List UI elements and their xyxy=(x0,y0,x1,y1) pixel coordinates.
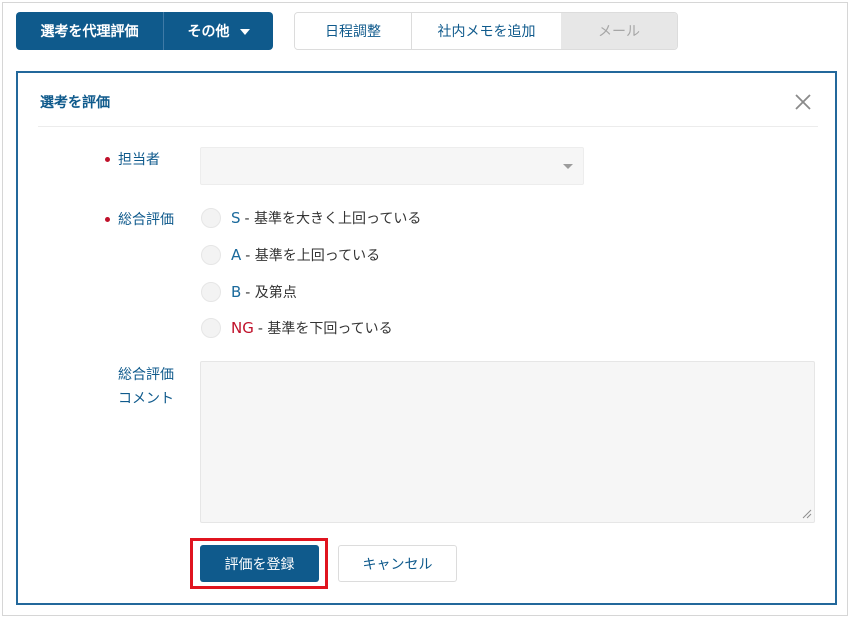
comment-label-line2: コメント xyxy=(118,391,174,407)
other-dropdown-button[interactable]: その他 xyxy=(163,12,273,50)
submit-evaluation-button[interactable]: 評価を登録 xyxy=(200,545,319,582)
rating-grade: NG xyxy=(231,319,254,337)
delegate-evaluation-label: 選考を代理評価 xyxy=(40,24,139,40)
assignee-select[interactable] xyxy=(200,147,584,185)
rating-option-s[interactable]: S - 基準を大きく上回っている xyxy=(201,207,421,229)
radio-button[interactable] xyxy=(201,245,221,265)
evaluation-panel: 選考を評価 担当者 総合評価 S - 基準を大きく上回っている A - 基準を上… xyxy=(16,71,837,605)
overall-rating-label: 総合評価 xyxy=(118,212,174,228)
chevron-down-icon xyxy=(239,29,250,35)
delegate-evaluation-button[interactable]: 選考を代理評価 xyxy=(16,12,163,50)
schedule-label: 日程調整 xyxy=(325,24,381,40)
add-memo-button[interactable]: 社内メモを追加 xyxy=(412,13,561,49)
mail-label: メール xyxy=(598,24,640,40)
schedule-button[interactable]: 日程調整 xyxy=(295,13,412,49)
rating-description: - 基準を上回っている xyxy=(245,248,381,264)
rating-description: - 基準を大きく上回っている xyxy=(244,211,422,227)
mail-button[interactable]: メール xyxy=(561,13,677,49)
rating-option-b[interactable]: B - 及第点 xyxy=(201,281,297,303)
secondary-action-group: 日程調整 社内メモを追加 メール xyxy=(294,12,678,50)
required-marker-assignee xyxy=(105,157,110,162)
add-memo-label: 社内メモを追加 xyxy=(437,24,536,40)
radio-button[interactable] xyxy=(201,282,221,302)
chevron-down-icon xyxy=(563,164,573,169)
comment-label-line1: 総合評価 xyxy=(118,367,174,383)
rating-grade: S xyxy=(231,209,241,227)
resize-handle-icon[interactable] xyxy=(802,509,812,519)
other-dropdown-label: その他 xyxy=(187,24,230,40)
rating-grade: B xyxy=(231,283,242,301)
comment-textarea[interactable] xyxy=(200,361,815,523)
rating-grade: A xyxy=(231,246,242,264)
panel-title: 選考を評価 xyxy=(40,95,110,111)
panel-header: 選考を評価 xyxy=(38,73,818,127)
radio-button[interactable] xyxy=(201,318,221,338)
rating-description: - 及第点 xyxy=(245,285,297,301)
rating-description: - 基準を下回っている xyxy=(257,321,393,337)
rating-option-ng[interactable]: NG - 基準を下回っている xyxy=(201,317,393,339)
radio-button[interactable] xyxy=(201,208,221,228)
rating-option-a[interactable]: A - 基準を上回っている xyxy=(201,244,380,266)
assignee-label: 担当者 xyxy=(118,152,160,168)
primary-action-group: 選考を代理評価 その他 xyxy=(16,12,273,50)
cancel-button[interactable]: キャンセル xyxy=(338,545,457,582)
close-icon[interactable] xyxy=(794,93,812,111)
required-marker-rating xyxy=(105,217,110,222)
